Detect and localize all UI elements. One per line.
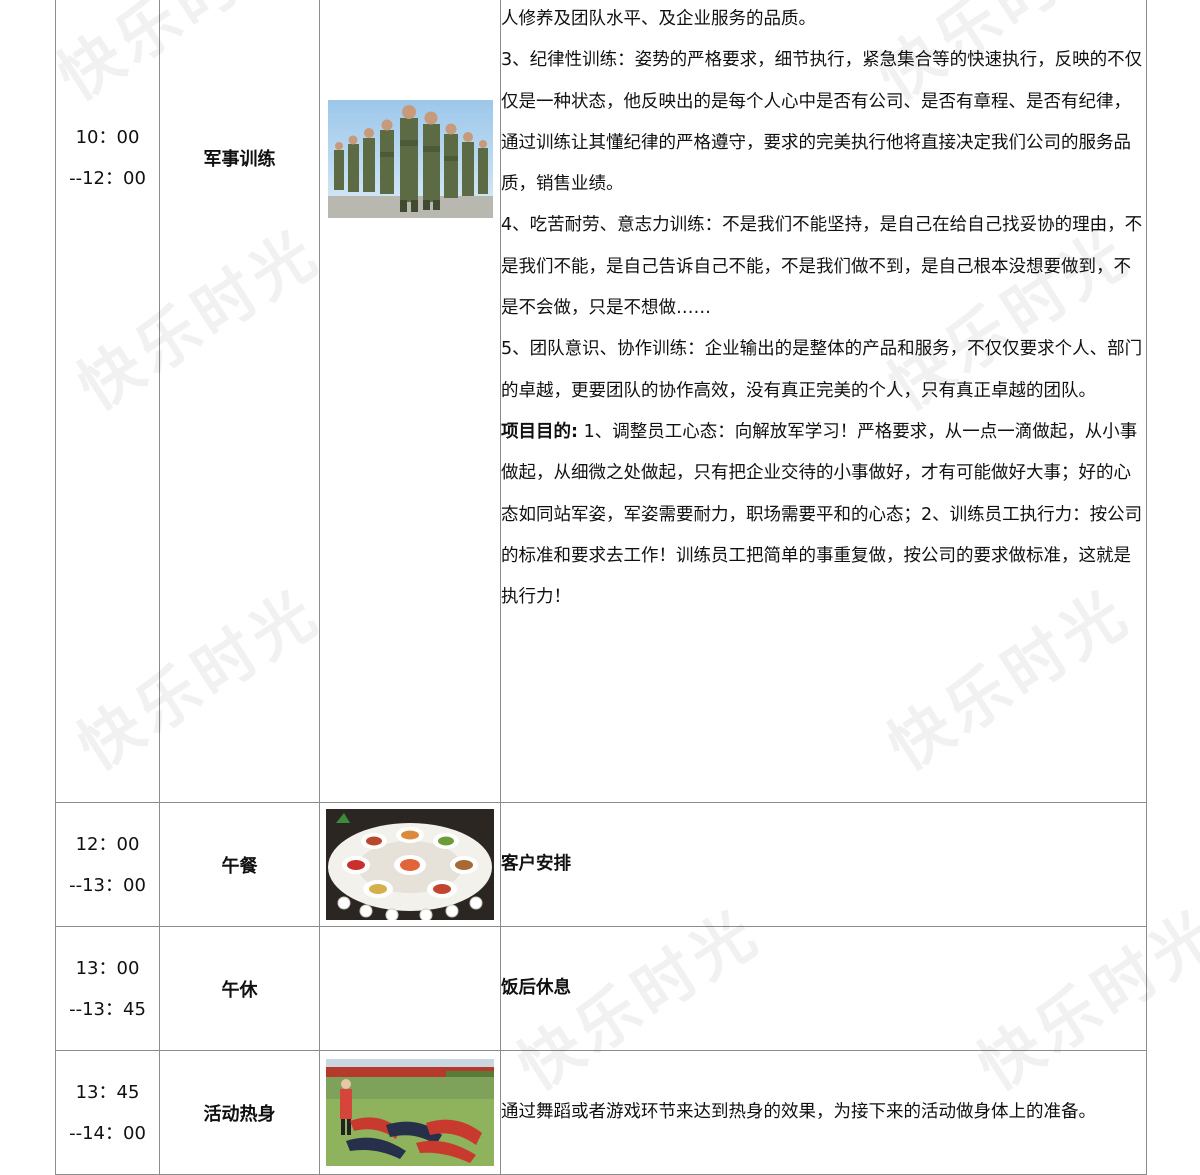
time-cell: 13：00 --13：45: [55, 926, 160, 1051]
time-cell: 12：00 --13：00: [55, 802, 160, 927]
project-purpose: 项目目的: 1、调整员工心态：向解放军学习！严格要求，从一点一滴做起，从小事做起…: [501, 412, 1146, 618]
time-end: --13：00: [69, 874, 146, 896]
description-line: 3、纪律性训练：姿势的严格要求，细节执行，紧急集合等的快速执行，反映的不仅仅是一…: [501, 50, 1143, 195]
photo-cell: [319, 1050, 501, 1175]
activity-name: 午餐: [159, 802, 320, 927]
activity-name: 午休: [159, 926, 320, 1051]
description-cell: 饭后休息: [500, 926, 1147, 1051]
table-row: 13：45 --14：00 活动热身 通过舞蹈或者游戏环节来达到热身的效果，为接…: [55, 1050, 1147, 1175]
description-line: 4、吃苦耐劳、意志力训练：不是我们不能坚持，是自己在给自己找妥协的理由，不是我们…: [501, 215, 1143, 319]
time-end: --12：00: [69, 168, 146, 189]
time-start: 12：00: [75, 833, 140, 855]
description-cell: 通过舞蹈或者游戏环节来达到热身的效果，为接下来的活动做身体上的准备。: [500, 1050, 1147, 1175]
photo-cell: [319, 802, 501, 927]
table-row: 13：00 --13：45 午休 饭后休息: [55, 926, 1147, 1051]
purpose-text: 1、调整员工心态：向解放军学习！严格要求，从一点一滴做起，从小事做起，从细微之处…: [501, 421, 1143, 608]
time-cell: 13：45 --14：00: [55, 1050, 160, 1175]
banquet-table-photo: [326, 809, 494, 920]
purpose-label: 项目目的:: [501, 421, 578, 442]
time-start: 13：45: [75, 1081, 140, 1103]
photo-cell: [319, 0, 501, 803]
time-start: 13：00: [75, 957, 140, 979]
table-row: 12：00 --13：00 午餐 客户安排: [55, 802, 1147, 927]
soldiers-marching-photo: [327, 100, 493, 218]
description-line: 人修养及团队水平、及企业服务的品质。: [501, 9, 816, 29]
description-cell: 客户安排: [500, 802, 1147, 927]
schedule-table: 10：00 --12：00 军事训练 人修养及团队水平、及企业服务的品质。 3、…: [55, 0, 1147, 1175]
activity-name: 活动热身: [159, 1050, 320, 1175]
description-line: 5、团队意识、协作训练：企业输出的是整体的产品和服务，不仅仅要求个人、部门的卓越…: [501, 339, 1143, 401]
time-start: 10：00: [75, 127, 140, 148]
activity-name: 军事训练: [159, 0, 320, 803]
description-cell: 人修养及团队水平、及企业服务的品质。 3、纪律性训练：姿势的严格要求，细节执行，…: [500, 0, 1147, 803]
time-cell: 10：00 --12：00: [55, 0, 160, 803]
warmup-field-photo: [326, 1059, 494, 1166]
time-end: --14：00: [69, 1122, 146, 1144]
photo-cell: [319, 926, 501, 1051]
table-row: 10：00 --12：00 军事训练 人修养及团队水平、及企业服务的品质。 3、…: [55, 0, 1147, 803]
time-end: --13：45: [69, 998, 146, 1020]
